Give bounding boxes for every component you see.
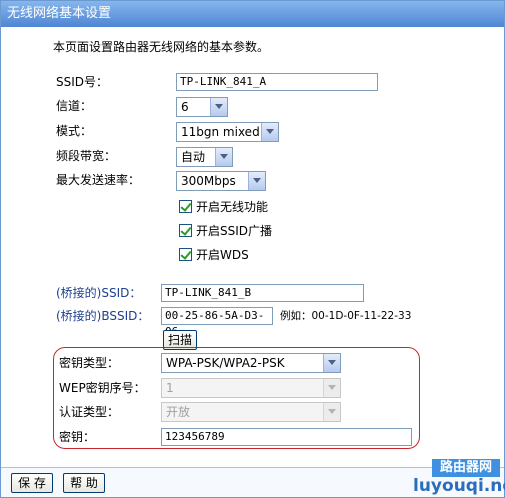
key-type-value: WPA-PSK/WPA2-PSK (166, 356, 285, 370)
bandwidth-select[interactable]: 自动 (176, 147, 233, 167)
chevron-down-icon[interactable] (210, 98, 227, 116)
channel-value: 6 (181, 100, 189, 114)
auth-type-select[interactable]: 开放 (161, 402, 341, 422)
enable-ssid-broadcast-checkbox[interactable] (179, 224, 192, 237)
mode-label: 模式： (56, 124, 93, 138)
enable-wds-checkbox[interactable] (179, 248, 192, 261)
bssid-example-text: 例如：00-1D-0F-11-22-33 (280, 310, 412, 322)
bandwidth-label: 频段带宽： (56, 149, 117, 163)
wep-index-select[interactable]: 1 (161, 378, 341, 398)
chevron-down-icon[interactable] (323, 403, 340, 421)
chevron-down-icon[interactable] (215, 148, 232, 166)
auth-type-label: 认证类型： (59, 405, 120, 419)
page-title: 无线网络基本设置 (1, 1, 504, 27)
bridge-bssid-label: (桥接的)BSSID： (56, 309, 150, 323)
chevron-down-icon[interactable] (323, 354, 340, 372)
wep-index-label: WEP密钥序号： (59, 381, 146, 395)
max-rate-label: 最大发送速率： (56, 173, 141, 187)
chevron-down-icon[interactable] (323, 379, 340, 397)
bridge-ssid-label: (桥接的)SSID： (56, 286, 142, 300)
mode-select[interactable]: 11bgn mixed (176, 122, 279, 142)
max-rate-value: 300Mbps (181, 174, 236, 188)
ssid-input[interactable]: TP-LINK_841_A (176, 73, 378, 91)
wep-index-value: 1 (166, 381, 174, 395)
enable-wireless-label: 开启无线功能 (196, 200, 269, 214)
max-rate-select[interactable]: 300Mbps (176, 171, 266, 191)
intro-text: 本页面设置路由器无线网络的基本参数。 (53, 40, 270, 54)
enable-wds-label: 开启WDS (196, 248, 249, 262)
help-button[interactable]: 帮 助 (63, 473, 105, 493)
channel-label: 信道： (56, 99, 93, 113)
bridge-ssid-input[interactable]: TP-LINK_841_B (161, 284, 364, 302)
auth-type-value: 开放 (166, 405, 191, 419)
key-input[interactable]: 123456789 (161, 428, 412, 446)
save-button[interactable]: 保 存 (11, 473, 53, 493)
channel-select[interactable]: 6 (176, 97, 228, 117)
ssid-label: SSID号： (56, 75, 109, 89)
chevron-down-icon[interactable] (261, 123, 278, 141)
key-type-label: 密钥类型： (59, 356, 120, 370)
bridge-bssid-input[interactable]: 00-25-86-5A-D3-06 (161, 307, 273, 338)
mode-value: 11bgn mixed (181, 125, 260, 139)
chevron-down-icon[interactable] (248, 172, 265, 190)
enable-ssid-broadcast-label: 开启SSID广播 (196, 224, 273, 238)
watermark-url: luyouqi.net (413, 476, 505, 496)
bandwidth-value: 自动 (181, 150, 206, 164)
enable-wireless-checkbox[interactable] (179, 200, 192, 213)
settings-panel: 无线网络基本设置 本页面设置路由器无线网络的基本参数。 SSID号： TP-LI… (0, 0, 505, 498)
key-label: 密钥： (59, 430, 96, 444)
key-type-select[interactable]: WPA-PSK/WPA2-PSK (161, 353, 341, 373)
